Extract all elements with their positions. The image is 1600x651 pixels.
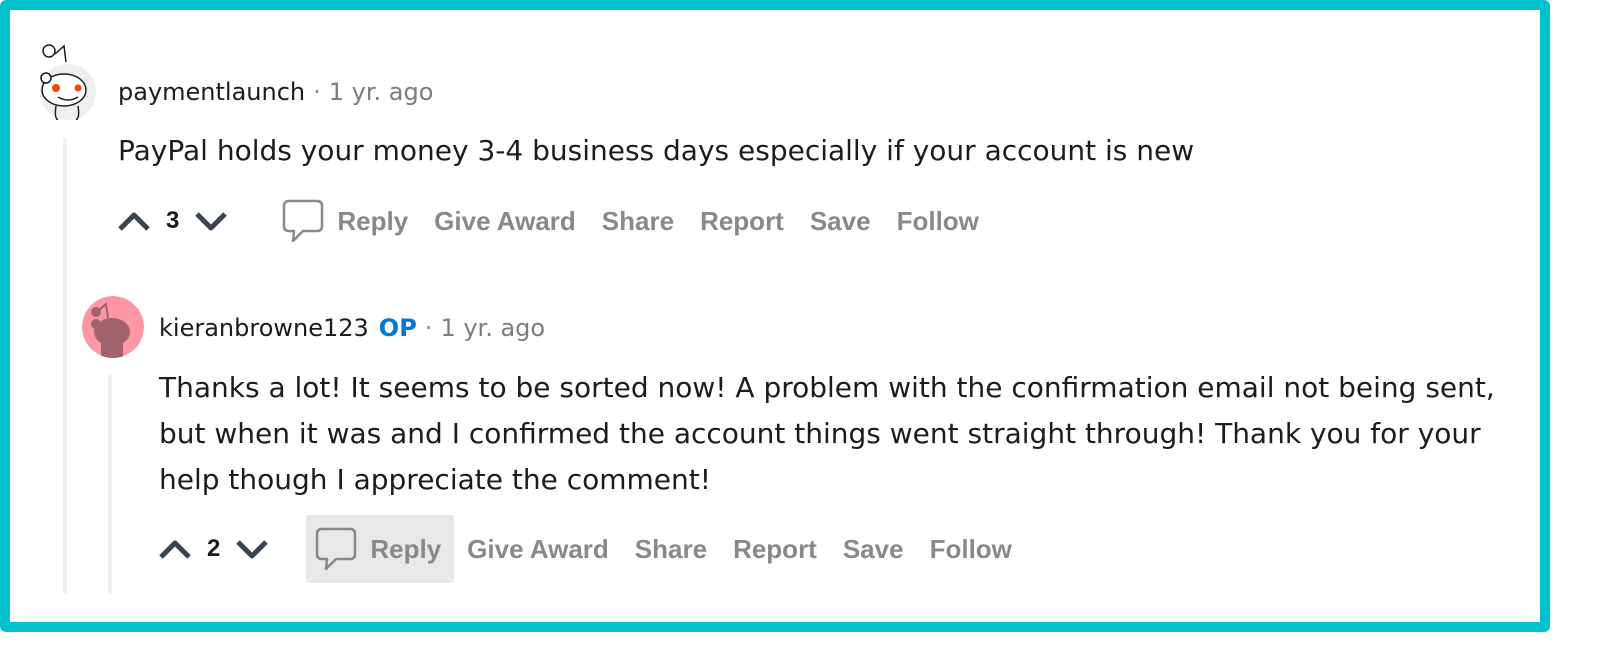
- vote-score: 3: [166, 207, 180, 234]
- downvote-button[interactable]: [234, 537, 270, 561]
- separator-dot: ·: [424, 314, 433, 342]
- save-button[interactable]: Save: [830, 515, 917, 583]
- reply-button[interactable]: Reply: [306, 515, 455, 583]
- share-button[interactable]: Share: [589, 187, 687, 255]
- chevron-down-icon: [195, 212, 228, 231]
- comment-body-line: help though I appreciate the comment!: [159, 463, 711, 496]
- comment-actions: 2 Reply Give Award Share Report Save Fol…: [157, 515, 1025, 583]
- snoo-white-avatar-icon: [40, 44, 96, 120]
- follow-button[interactable]: Follow: [884, 187, 992, 255]
- follow-button[interactable]: Follow: [917, 515, 1025, 583]
- comment-bubble-icon: [283, 199, 324, 243]
- avatar[interactable]: [82, 296, 144, 358]
- upvote-button[interactable]: [157, 537, 193, 561]
- reply-button[interactable]: Reply: [273, 187, 421, 255]
- snoo-pink-avatar-icon: [82, 296, 144, 358]
- upvote-button[interactable]: [116, 209, 152, 233]
- timestamp-link[interactable]: 1 yr. ago: [440, 314, 545, 342]
- thread-line-collapse[interactable]: [63, 138, 67, 594]
- share-button[interactable]: Share: [622, 515, 720, 583]
- comment-meta: kieranbrowne123 OP · 1 yr. ago: [159, 314, 545, 342]
- chevron-up-icon: [118, 212, 150, 231]
- comment-bubble-icon: [316, 527, 357, 571]
- chevron-up-icon: [159, 540, 191, 559]
- comment-body: Thanks a lot! It seems to be sorted now!…: [159, 365, 1495, 503]
- thread-line-collapse-reply[interactable]: [108, 374, 112, 594]
- op-badge: OP: [378, 314, 417, 342]
- username-link[interactable]: paymentlaunch: [118, 78, 305, 106]
- give-award-button[interactable]: Give Award: [454, 515, 622, 583]
- username-link[interactable]: kieranbrowne123: [159, 314, 369, 342]
- report-button[interactable]: Report: [687, 187, 797, 255]
- vote-controls: 2: [157, 535, 270, 563]
- save-button[interactable]: Save: [797, 187, 884, 255]
- separator-dot: ·: [313, 78, 321, 106]
- comment-body: PayPal holds your money 3-4 business day…: [118, 134, 1195, 167]
- avatar[interactable]: [36, 42, 100, 120]
- vote-controls: 3: [116, 207, 229, 235]
- downvote-button[interactable]: [193, 209, 229, 233]
- reply-label: Reply: [370, 533, 442, 564]
- chevron-down-icon: [236, 540, 269, 559]
- comment-body-line: Thanks a lot! It seems to be sorted now!…: [159, 371, 1495, 404]
- comment-actions: 3 Reply Give Award Share Report Save Fol…: [116, 187, 992, 255]
- report-button[interactable]: Report: [720, 515, 830, 583]
- timestamp-link[interactable]: 1 yr. ago: [329, 78, 434, 106]
- comment-body-line: but when it was and I confirmed the acco…: [159, 417, 1481, 450]
- reply-label: Reply: [337, 205, 409, 236]
- vote-score: 2: [207, 535, 221, 562]
- comment-meta: paymentlaunch · 1 yr. ago: [118, 78, 433, 106]
- give-award-button[interactable]: Give Award: [421, 187, 589, 255]
